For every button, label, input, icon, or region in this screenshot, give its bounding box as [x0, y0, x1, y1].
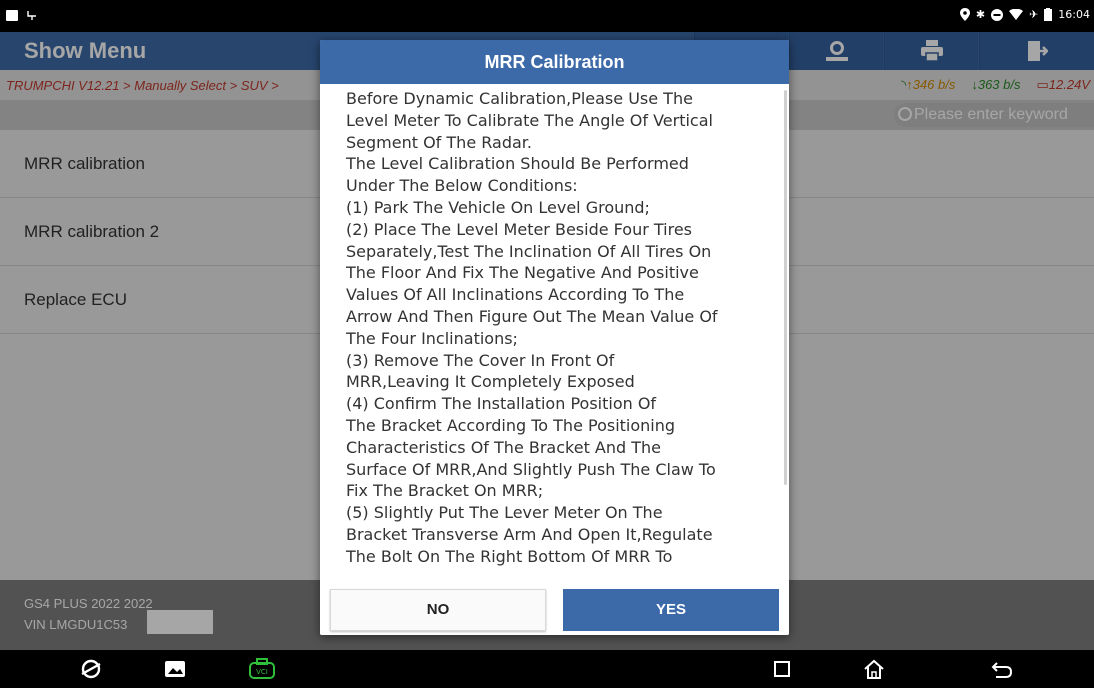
status-time: 16:04 — [1058, 8, 1090, 21]
browser-icon[interactable] — [79, 658, 103, 680]
vci-icon[interactable]: VCI — [247, 658, 277, 680]
home-icon[interactable] — [862, 658, 886, 680]
dialog-body[interactable]: Before Dynamic Calibration,Please Use Th… — [320, 84, 789, 624]
mrr-calibration-dialog: MRR Calibration Before Dynamic Calibrati… — [320, 40, 789, 635]
yes-button[interactable]: YES — [563, 589, 779, 631]
battery-icon — [1044, 8, 1053, 21]
dialog-title: MRR Calibration — [320, 40, 789, 84]
usb-icon — [27, 11, 36, 20]
back-icon[interactable] — [990, 658, 1014, 680]
dialog-scrollbar[interactable] — [784, 90, 787, 485]
bluetooth-icon: ✱ — [975, 8, 986, 21]
gallery-icon[interactable] — [163, 658, 187, 680]
dialog-actions: NO YES — [320, 585, 789, 635]
dnd-icon — [991, 8, 1004, 21]
airplane-icon: ✈ — [1029, 8, 1039, 21]
status-bar: ✱ ✈ 16:04 — [0, 0, 1094, 32]
no-button[interactable]: NO — [330, 589, 546, 631]
image-icon — [6, 9, 18, 21]
location-icon — [959, 8, 970, 21]
screen: ✱ ✈ 16:04 Show Menu TRUMPCHI V12.21 > Ma… — [0, 0, 1094, 688]
navigation-bar: VCI — [0, 650, 1094, 688]
dialog-message: Before Dynamic Calibration,Please Use Th… — [346, 89, 718, 566]
recent-apps-icon[interactable] — [770, 658, 794, 680]
svg-text:VCI: VCI — [256, 668, 268, 676]
wifi-icon — [1009, 9, 1024, 20]
